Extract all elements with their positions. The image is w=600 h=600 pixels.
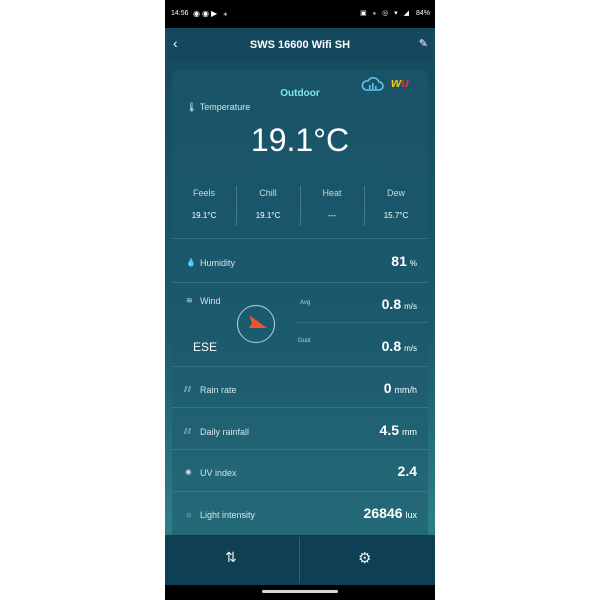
sun-icon: ☼ [185,510,193,519]
rain-rate-label: Rain rate [200,385,237,395]
wind-avg-value: 0.8 m/s [382,296,417,312]
app-bar: ‹ SWS 16600 Wifi SH ✎ [165,28,435,62]
uv-index-label: UV index [200,468,237,478]
rain-icon: ⫽⫽ [184,385,192,394]
temperature-label-row: 🌡 Temperature [186,102,250,113]
divider [297,322,428,323]
wunderground-logo[interactable]: wu [391,75,409,90]
divider [172,491,428,492]
wind-gust-value: 0.8 m/s [382,338,417,354]
wind-avg-unit: m/s [404,302,417,311]
temperature-value: 19.1°C [250,122,350,158]
heat-value: --- [328,211,336,220]
temperature-details: Feels 19.1°C Chill 19.1°C Heat --- Dew 1… [172,182,428,226]
compass-arrow-icon [249,315,267,328]
outdoor-title: Outdoor [280,88,320,99]
daily-rainfall-label: Daily rainfall [200,427,250,437]
divider [172,238,428,239]
wind-icon: ≋ [186,296,193,305]
humidity-value: 81% [391,253,417,269]
notification-icons: ◉◉▶ ⁎ [193,9,230,18]
wind-direction: ESE [193,340,218,354]
humidity-number: 81 [391,253,407,269]
wind-gust-number: 0.8 [381,338,402,354]
bottom-bar: ⇅ ⚙ [165,535,435,585]
edit-pencil-icon[interactable]: ✎ [419,37,428,50]
divider [172,366,428,367]
wind-gust-label: Gust [298,338,311,344]
dew-value: 15.7°C [383,211,409,220]
status-time: 14:56 [171,10,189,17]
heat-label: Heat [322,188,342,198]
wind-gust-unit: m/s [404,344,417,353]
detail-heat: Heat --- [300,182,364,226]
feels-value: 19.1°C [191,211,217,220]
wind-label: Wind [200,296,221,306]
uv-sun-icon: ✺ [185,468,192,477]
humidity-unit: % [409,259,417,268]
divider [172,282,428,283]
phone-screen: 14:56 ◉◉▶ ⁎ ▣ ⁎ ◎ ▾ ◢ 84% ‹ SWS 16600 Wi… [165,0,435,600]
divider [172,449,428,450]
thermometer-icon: 🌡 [186,102,198,112]
detail-dew: Dew 15.7°C [364,182,428,226]
detail-chill: Chill 19.1°C [236,182,300,226]
divider [172,407,428,408]
rainfall-icon: ⫽⫽ [184,427,192,436]
detail-feels: Feels 19.1°C [172,182,236,226]
uv-index-value: 2.4 [397,463,417,479]
system-nav-bar [165,585,435,600]
wind-compass [237,305,275,343]
rain-rate-unit: mm/h [394,385,418,395]
daily-rainfall-number: 4.5 [379,422,399,438]
daily-rainfall-value: 4.5 mm [380,422,417,438]
divider [299,537,300,583]
gear-icon[interactable]: ⚙ [358,549,371,567]
dew-label: Dew [386,188,405,198]
battery-level: 84% [415,10,430,17]
temperature-label: Temperature [199,102,251,112]
page-title: SWS 16600 Wifi SH [249,39,351,51]
rain-rate-number: 0 [383,380,392,396]
system-icons: ▣ ⁎ ◎ ▾ ◢ [360,10,411,17]
light-intensity-number: 26846 [363,505,403,521]
light-intensity-unit: lux [405,510,417,520]
water-drop-icon: 💧 [186,258,196,267]
sort-arrows-icon[interactable]: ⇅ [225,549,237,566]
wind-avg-label: Avg [300,300,311,306]
daily-rainfall-unit: mm [402,427,417,437]
feels-label: Feels [192,188,215,198]
wind-avg-number: 0.8 [381,296,402,312]
chill-label: Chill [259,188,277,198]
gesture-handle[interactable] [262,590,338,593]
light-intensity-value: 26846 lux [364,505,417,521]
outdoor-card: Outdoor wu 🌡 Temperature 19.1°C Feels 19… [172,70,428,536]
rain-rate-value: 0 mm/h [384,380,417,396]
status-bar: 14:56 ◉◉▶ ⁎ ▣ ⁎ ◎ ▾ ◢ 84% [165,0,435,28]
light-intensity-label: Light intensity [200,510,256,520]
chill-value: 19.1°C [255,211,281,220]
weathercloud-icon[interactable] [360,75,384,93]
humidity-label: Humidity [200,258,236,268]
